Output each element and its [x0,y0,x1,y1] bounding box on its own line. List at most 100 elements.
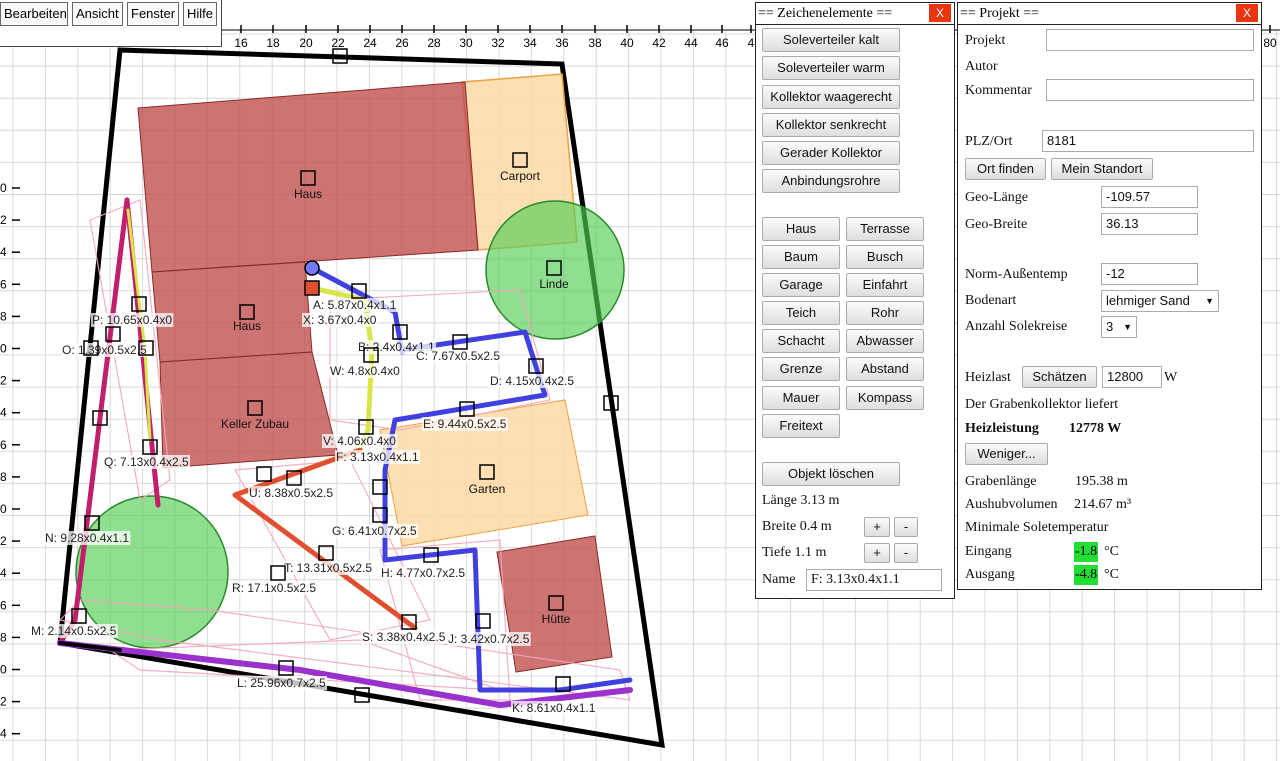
top-ruler-label: 16 [234,36,248,50]
bodenart-label: Bodenart [965,293,1017,308]
eingang-unit: °C [1104,544,1119,559]
house-huette[interactable] [496,535,613,673]
chevron-down-icon: ▼ [1123,322,1132,332]
bodenart-select[interactable]: lehmiger Sand ▼ [1101,290,1219,312]
ausgang-unit: °C [1104,567,1119,582]
collector-label: O: 1.39x0.5x2.5 [62,343,147,357]
norm-aussentemp-field[interactable]: -12 [1101,263,1198,285]
weniger-button[interactable]: Weniger... [965,443,1048,465]
object-baum-button[interactable]: Baum [762,245,840,269]
width-minus-button[interactable]: - [894,517,918,537]
collector-label: T: 13.31x0.5x2.5 [284,561,372,575]
depth-plus-button[interactable]: + [864,543,890,563]
collector-label: G: 6.41x0.7x2.5 [332,524,417,538]
projekt-label: Projekt [965,33,1006,48]
ort-finden-button[interactable]: Ort finden [965,158,1046,180]
left-ruler-label: 2 [0,534,7,548]
object-label: Garten [469,482,506,496]
tool-kollektor-senkrecht[interactable]: Kollektor senkrecht [762,113,900,137]
tree-linde[interactable] [485,200,625,340]
tool-gerader-kollektor[interactable]: Gerader Kollektor [762,141,900,165]
object-grenze-button[interactable]: Grenze [762,357,840,381]
geo-laenge-field[interactable]: -109.57 [1101,186,1198,208]
collector-label: Q: 7.13x0.4x2.5 [104,455,189,469]
object-garage-button[interactable]: Garage [762,273,840,297]
elements-panel-title: == Zeichenelemente == [756,3,954,25]
collector-label: D: 4.15x0.4x2.5 [490,374,574,388]
object-terrasse-button[interactable]: Terrasse [846,217,924,241]
delete-object-button[interactable]: Objekt löschen [762,462,900,486]
name-label: Name [762,572,796,587]
top-ruler-label: 40 [620,36,634,50]
collector-label: H: 4.77x0.7x2.5 [381,566,465,580]
kommentar-field[interactable] [1046,79,1254,101]
left-ruler-label: 0 [0,502,7,516]
object-haus-button[interactable]: Haus [762,217,840,241]
object-mauer-button[interactable]: Mauer [762,386,840,410]
depth-minus-button[interactable]: - [894,543,918,563]
collector-label: W: 4.8x0.4x0 [330,364,400,378]
heizlast-field[interactable]: 12800 [1102,366,1162,388]
object-freitext-button[interactable]: Freitext [762,414,840,438]
projekt-field[interactable] [1046,29,1254,51]
house-middle[interactable] [151,261,313,363]
schaetzen-button[interactable]: Schätzen [1022,366,1097,388]
width-plus-button[interactable]: + [864,517,890,537]
object-einfahrt-button[interactable]: Einfahrt [846,273,924,297]
left-ruler-label: 4 [0,566,7,580]
left-ruler-label: 6 [0,277,7,291]
object-schacht-button[interactable]: Schacht [762,329,840,353]
left-ruler-label: 8 [0,470,7,484]
object-abstand-button[interactable]: Abstand [846,357,924,381]
object-abwasser-button[interactable]: Abwasser [846,329,924,353]
solekreise-select[interactable]: 3 ▼ [1101,316,1137,338]
menu-bar: Bearbeiten Ansicht Fenster Hilfe [0,0,222,47]
object-label: Linde [539,277,569,291]
geo-breite-field[interactable]: 36.13 [1101,213,1198,235]
collector-label: F: 3.13x0.4x1.1 [336,450,419,464]
object-teich-button[interactable]: Teich [762,301,840,325]
tool-anbindungsrohre[interactable]: Anbindungsrohre [762,169,900,193]
collector-label: R: 17.1x0.5x2.5 [232,581,316,595]
tool-kollektor-waagerecht[interactable]: Kollektor waagerecht [762,85,900,109]
menu-ansicht[interactable]: Ansicht [72,2,123,26]
left-ruler-label: 2 [0,374,7,388]
mein-standort-button[interactable]: Mein Standort [1051,158,1153,180]
tool-soleverteiler-kalt[interactable]: Soleverteiler kalt [762,28,900,52]
collector-label: A: 5.87x0.4x1.1 [313,298,397,312]
width-readout: Breite 0.4 m [762,519,832,534]
object-label: Carport [500,169,541,183]
top-ruler-label: 80 [1263,36,1277,50]
collector-label: N: 9.28x0.4x1.1 [45,531,129,545]
collector-label: C: 7.67x0.5x2.5 [416,349,500,363]
top-ruler-label: 4 [748,36,755,50]
pipe-endpoints[interactable] [304,260,320,296]
top-ruler-label: 24 [363,36,377,50]
project-panel-close-button[interactable]: X [1236,4,1258,22]
object-label: Keller Zubau [221,417,289,431]
house-main[interactable] [137,81,479,273]
plz-field[interactable]: 8181 [1042,130,1254,152]
name-field[interactable]: F: 3.13x0.4x1.1 [806,569,942,591]
project-panel-title: == Projekt == [958,3,1261,25]
object-label: Haus [233,319,261,333]
object-kompass-button[interactable]: Kompass [846,386,924,410]
min-soletemp-label: Minimale Soletemperatur [965,520,1109,535]
object-rohr-button[interactable]: Rohr [846,301,924,325]
menu-bearbeiten[interactable]: Bearbeiten [0,2,68,26]
collector-label: K: 8.61x0.4x1.1 [512,701,596,715]
tool-soleverteiler-warm[interactable]: Soleverteiler warm [762,56,900,80]
top-ruler-label: 38 [588,36,602,50]
object-busch-button[interactable]: Busch [846,245,924,269]
project-panel: == Projekt == X Projekt Autor Kommentar … [957,2,1262,590]
left-ruler-label: 6 [0,598,7,612]
house-keller-zubau[interactable] [159,351,339,469]
heizlast-unit: W [1164,370,1178,385]
menu-hilfe[interactable]: Hilfe [183,2,217,26]
collector-label: S: 3.38x0.4x2.5 [362,630,446,644]
left-ruler-label: 6 [0,438,7,452]
autor-label: Autor [965,59,998,74]
object-label: Haus [294,187,322,201]
menu-fenster[interactable]: Fenster [127,2,179,26]
elements-panel-close-button[interactable]: X [929,4,951,22]
